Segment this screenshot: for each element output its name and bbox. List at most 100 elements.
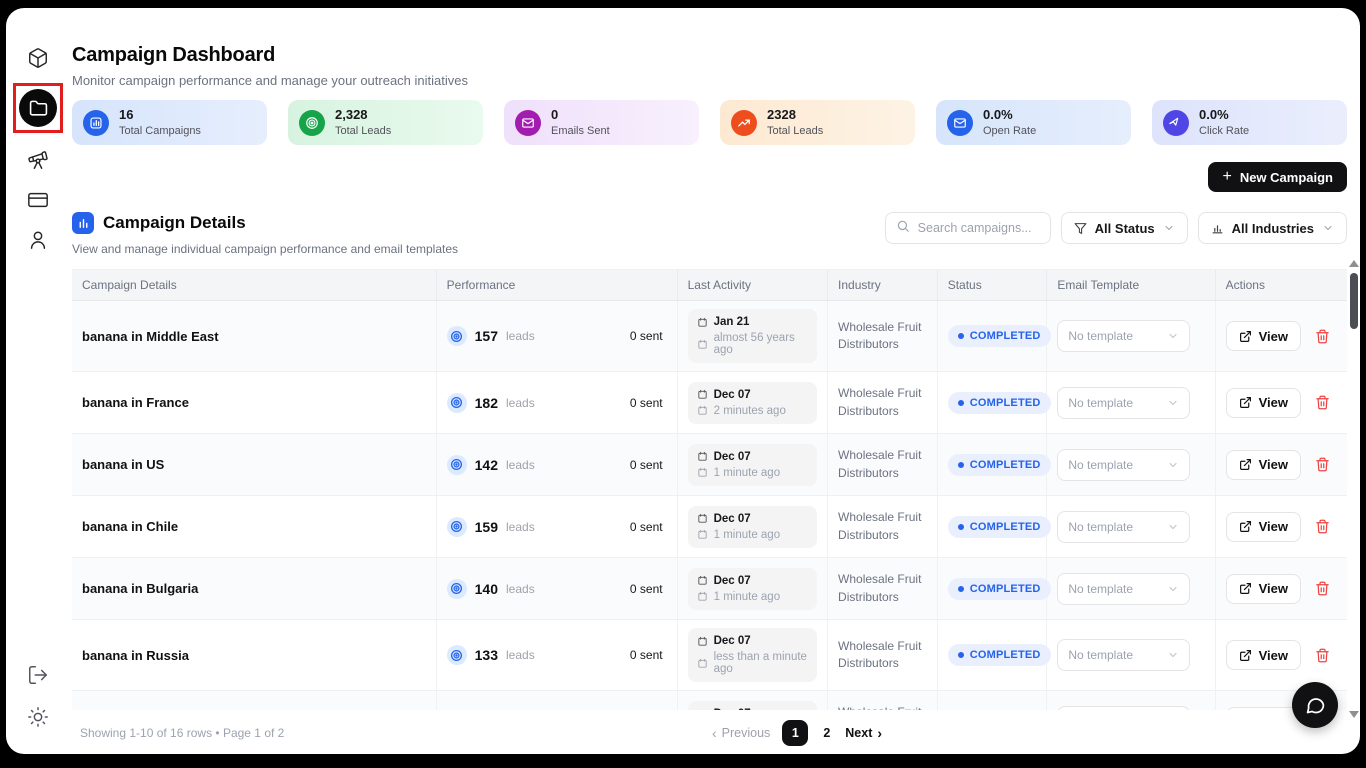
search-input[interactable] bbox=[918, 221, 1040, 235]
new-campaign-button[interactable]: + New Campaign bbox=[1208, 162, 1347, 192]
target-icon bbox=[447, 455, 467, 475]
delete-button trash-icon[interactable] bbox=[1315, 395, 1330, 410]
chevron-left-icon: ‹ bbox=[712, 726, 717, 740]
page-1-button[interactable]: 1 bbox=[782, 720, 808, 746]
stat-label: Total Leads bbox=[335, 124, 391, 138]
industry-filter-dropdown[interactable]: All Industries bbox=[1198, 212, 1347, 244]
view-label: View bbox=[1259, 581, 1288, 596]
industry-label: Wholesale Fruit Distributors bbox=[838, 319, 927, 354]
stat-label: Open Rate bbox=[983, 124, 1036, 138]
app-logo cube-logo-icon[interactable] bbox=[26, 46, 50, 70]
main-content: Campaign Dashboard Monitor campaign perf… bbox=[70, 8, 1360, 754]
industry-label: Wholesale Fruit Distributors bbox=[838, 385, 927, 420]
email-template-select[interactable]: No template bbox=[1057, 573, 1189, 605]
sidebar-item-account user-icon[interactable] bbox=[26, 228, 50, 252]
delete-button trash-icon[interactable] bbox=[1315, 519, 1330, 534]
scroll-down-arrow-icon[interactable] bbox=[1349, 711, 1359, 718]
table-footer: Showing 1-10 of 16 rows • Page 1 of 2 ‹P… bbox=[72, 712, 1347, 754]
logout-button logout-icon[interactable] bbox=[26, 663, 50, 687]
page-header: Campaign Dashboard Monitor campaign perf… bbox=[72, 44, 1347, 88]
stat-card-open-rate: 0.0%Open Rate bbox=[936, 100, 1131, 145]
delete-button trash-icon[interactable] bbox=[1315, 648, 1330, 663]
view-label: View bbox=[1259, 395, 1288, 410]
stat-card-total-leads: 2,328Total Leads bbox=[288, 100, 483, 145]
leads-count: 182 bbox=[475, 395, 498, 411]
sent-count: 0 sent bbox=[630, 648, 663, 662]
delete-button trash-icon[interactable] bbox=[1315, 457, 1330, 472]
external-link-icon bbox=[1239, 330, 1252, 343]
delete-button trash-icon[interactable] bbox=[1315, 329, 1330, 344]
sent-count: 0 sent bbox=[630, 329, 663, 343]
template-value: No template bbox=[1068, 582, 1133, 596]
calendar-icon bbox=[697, 709, 708, 711]
leads-unit: leads bbox=[506, 582, 535, 596]
leads-count: 140 bbox=[475, 581, 498, 597]
calendar-icon bbox=[697, 529, 708, 540]
campaign-name: banana in Bulgaria bbox=[82, 581, 198, 596]
scrollbar-thumb[interactable] bbox=[1350, 273, 1358, 329]
status-dot-icon bbox=[958, 652, 964, 658]
leads-count: 157 bbox=[475, 328, 498, 344]
leads-count: 142 bbox=[475, 457, 498, 473]
chevron-down-icon bbox=[1167, 649, 1179, 661]
template-value: No template bbox=[1068, 520, 1133, 534]
target-icon bbox=[447, 393, 467, 413]
sidebar-item-billing credit-card-icon[interactable] bbox=[26, 188, 50, 212]
leads-unit: leads bbox=[506, 458, 535, 472]
status-label: COMPLETED bbox=[970, 459, 1041, 471]
calendar-icon bbox=[697, 317, 708, 328]
previous-page-button[interactable]: ‹Previous bbox=[712, 726, 770, 740]
view-button[interactable]: View bbox=[1226, 640, 1301, 670]
view-button[interactable]: View bbox=[1226, 321, 1301, 351]
activity-relative-time: almost 56 years ago bbox=[714, 332, 808, 356]
view-button[interactable]: View bbox=[1226, 707, 1301, 711]
delete-button trash-icon[interactable] bbox=[1315, 581, 1330, 596]
sidebar-item-campaigns folder-icon[interactable] bbox=[19, 89, 57, 127]
email-template-select[interactable]: No template bbox=[1057, 320, 1189, 352]
status-badge: COMPLETED bbox=[948, 392, 1051, 414]
next-label: Next bbox=[845, 726, 872, 740]
email-template-select[interactable]: No template bbox=[1057, 511, 1189, 543]
view-button[interactable]: View bbox=[1226, 512, 1301, 542]
activity-relative-time: less than a minute ago bbox=[714, 651, 808, 675]
stat-value: 0.0% bbox=[983, 107, 1036, 124]
campaign-name: banana in US bbox=[82, 457, 164, 472]
view-button[interactable]: View bbox=[1226, 574, 1301, 604]
scroll-up-arrow-icon[interactable] bbox=[1349, 260, 1359, 267]
status-label: COMPLETED bbox=[970, 583, 1041, 595]
view-button[interactable]: View bbox=[1226, 450, 1301, 480]
last-activity-badge: Dec 07 less than a minute ago bbox=[688, 628, 817, 682]
email-template-select[interactable]: No template bbox=[1057, 387, 1189, 419]
leads-count: 133 bbox=[475, 647, 498, 663]
bar-chart-icon bbox=[83, 110, 109, 136]
activity-relative-time: 1 minute ago bbox=[714, 529, 781, 541]
page-2-button[interactable]: 2 bbox=[820, 726, 833, 740]
external-link-icon bbox=[1239, 649, 1252, 662]
vertical-scrollbar bbox=[1347, 260, 1360, 718]
mail-icon bbox=[947, 110, 973, 136]
column-header: Status bbox=[938, 270, 1048, 300]
status-dot-icon bbox=[958, 586, 964, 592]
view-label: View bbox=[1259, 519, 1288, 534]
page-subtitle: Monitor campaign performance and manage … bbox=[72, 73, 1347, 88]
leads-count: 159 bbox=[475, 519, 498, 535]
email-template-select[interactable]: No template bbox=[1057, 449, 1189, 481]
stat-value: 2328 bbox=[767, 107, 823, 124]
email-template-select[interactable]: No template bbox=[1057, 639, 1189, 671]
chevron-down-icon bbox=[1167, 397, 1179, 409]
template-value: No template bbox=[1068, 458, 1133, 472]
sidebar-item-discover telescope-icon[interactable] bbox=[26, 148, 50, 172]
target-icon bbox=[447, 517, 467, 537]
status-label: COMPLETED bbox=[970, 649, 1041, 661]
status-badge: COMPLETED bbox=[948, 578, 1051, 600]
email-template-select[interactable]: No template bbox=[1057, 706, 1189, 711]
chat-widget-button chat-bubble-icon[interactable] bbox=[1292, 682, 1338, 728]
sidebar bbox=[6, 8, 70, 754]
target-icon bbox=[447, 645, 467, 665]
column-header: Industry bbox=[828, 270, 938, 300]
status-filter-dropdown[interactable]: All Status bbox=[1061, 212, 1188, 244]
next-page-button[interactable]: Next› bbox=[845, 726, 882, 740]
stat-value: 0.0% bbox=[1199, 107, 1249, 124]
view-button[interactable]: View bbox=[1226, 388, 1301, 418]
theme-toggle sun-icon[interactable] bbox=[26, 705, 50, 729]
